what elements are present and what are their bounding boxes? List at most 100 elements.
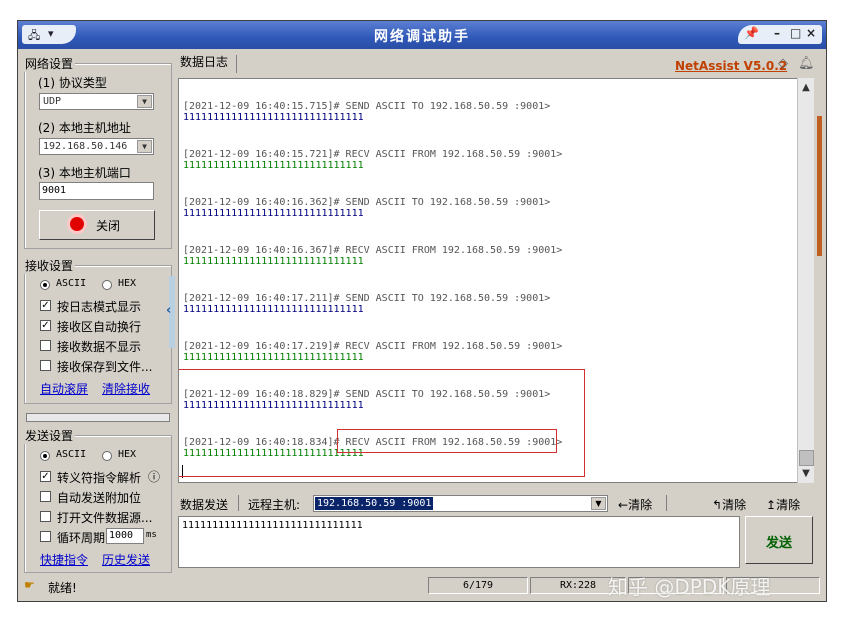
loop-period-input[interactable]: 1000 bbox=[106, 528, 144, 544]
send-hex-label: HEX bbox=[118, 449, 137, 460]
remote-host-value: 192.168.50.59 :9001 bbox=[315, 497, 434, 510]
recv-hex-label: HEX bbox=[118, 278, 137, 289]
local-host-select[interactable]: 192.168.50.146 ▼ bbox=[39, 138, 154, 155]
chevron-down-icon[interactable]: ▼ bbox=[137, 95, 152, 108]
log-entry-payload: 111111111111111111111111111111 bbox=[183, 112, 364, 123]
corner-arrow-up-icon: ↥ bbox=[766, 498, 777, 512]
clear-receive-link[interactable]: 清除接收 bbox=[102, 380, 150, 397]
corner-arrow-icon: ↰ bbox=[712, 498, 723, 512]
send-button[interactable]: 发送 bbox=[745, 516, 813, 564]
protocol-select[interactable]: UDP ▼ bbox=[39, 93, 154, 110]
highlight-box-outer bbox=[179, 369, 585, 477]
send-bar: 数据发送 远程主机: 192.168.50.59 :9001 ▼ ←清除 ↰清除… bbox=[178, 492, 814, 514]
bell-icon[interactable]: 🔔︎ bbox=[798, 56, 815, 71]
shortcut-link[interactable]: 快捷指令 bbox=[40, 551, 88, 568]
tab-data-send[interactable]: 数据发送 bbox=[180, 496, 228, 513]
clear-log-button[interactable]: ↰清除 bbox=[712, 496, 746, 513]
auto-scroll-link[interactable]: 自动滚屏 bbox=[40, 380, 88, 397]
log-entry-payload: 111111111111111111111111111111 bbox=[183, 256, 364, 267]
close-connection-button[interactable]: 关闭 bbox=[39, 210, 155, 240]
log-entry-header: [2021-12-09 16:40:16.367]# RECV ASCII FR… bbox=[183, 245, 563, 256]
highlight-box-inner bbox=[337, 429, 557, 453]
maximize-button[interactable]: □ bbox=[790, 26, 801, 40]
watermark: 知乎 @DPDK原理 bbox=[608, 575, 771, 599]
send-textarea[interactable]: 111111111111111111111111111111 bbox=[178, 516, 740, 568]
open-file-label: 打开文件数据源... bbox=[57, 511, 153, 525]
auto-append-checkbox[interactable] bbox=[40, 491, 51, 502]
escape-parse-checkbox[interactable]: ✓ bbox=[40, 471, 51, 482]
red-light-icon bbox=[70, 217, 84, 231]
close-window-button[interactable]: × bbox=[806, 26, 816, 40]
local-host-label: (2) 本地主机地址 bbox=[38, 121, 131, 135]
chevron-down-icon[interactable]: ▼ bbox=[137, 140, 152, 153]
clear-remote-button[interactable]: ←清除 bbox=[618, 496, 652, 513]
data-log-area[interactable]: [2021-12-09 16:40:15.715]# SEND ASCII TO… bbox=[178, 78, 814, 483]
log-entry-header: [2021-12-09 16:40:16.362]# SEND ASCII TO… bbox=[183, 197, 551, 208]
close-button-label: 关闭 bbox=[96, 219, 121, 233]
pin-icon[interactable]: 📌 bbox=[744, 26, 759, 40]
clear-send-label: 清除 bbox=[776, 498, 801, 512]
send-text: 111111111111111111111111111111 bbox=[182, 520, 363, 531]
protocol-value: UDP bbox=[43, 96, 62, 107]
send-settings-legend: 发送设置 bbox=[23, 427, 76, 444]
auto-append-label: 自动发送附加位 bbox=[57, 491, 142, 505]
log-entry-payload: 111111111111111111111111111111 bbox=[183, 352, 364, 363]
clear-send-button[interactable]: ↥清除 bbox=[766, 496, 800, 513]
splitter-handle[interactable] bbox=[26, 413, 170, 422]
app-window: 🖧 ▾ 网络调试助手 📌 – □ × 网络设置 (1) 协议类型 UDP ▼ (… bbox=[17, 20, 827, 602]
send-ascii-radio[interactable] bbox=[40, 451, 50, 461]
chevron-left-icon[interactable]: ‹ bbox=[166, 303, 171, 318]
local-port-input[interactable]: 9001 bbox=[39, 182, 154, 200]
recv-ascii-radio[interactable] bbox=[40, 280, 50, 290]
remote-host-select[interactable]: 192.168.50.59 :9001 ▼ bbox=[313, 495, 608, 512]
loop-checkbox[interactable] bbox=[40, 531, 51, 542]
recv-hex-radio[interactable] bbox=[102, 280, 112, 290]
divider bbox=[666, 495, 667, 511]
status-ready: 就绪! bbox=[48, 581, 77, 595]
log-entry: [2021-12-09 16:40:16.362]# SEND ASCII TO… bbox=[183, 197, 550, 219]
info-icon[interactable]: ⓘ bbox=[148, 468, 160, 485]
log-entry: [2021-12-09 16:40:17.219]# RECV ASCII FR… bbox=[183, 341, 562, 363]
log-entry: [2021-12-09 16:40:15.715]# SEND ASCII TO… bbox=[183, 101, 550, 123]
window-title: 网络调试助手 bbox=[374, 29, 470, 45]
scroll-thumb[interactable] bbox=[799, 450, 814, 466]
recv-ascii-label: ASCII bbox=[56, 278, 87, 289]
side-accent-bar bbox=[817, 116, 822, 256]
diamond-icon[interactable]: ◇ bbox=[778, 56, 788, 71]
auto-wrap-checkbox[interactable]: ✓ bbox=[40, 320, 51, 331]
receive-settings-legend: 接收设置 bbox=[23, 257, 76, 274]
clear-log-label: 清除 bbox=[722, 498, 747, 512]
log-entry: [2021-12-09 16:40:16.367]# RECV ASCII FR… bbox=[183, 245, 562, 267]
status-count: 6/179 bbox=[428, 577, 528, 594]
log-entry: [2021-12-09 16:40:17.211]# SEND ASCII TO… bbox=[183, 293, 550, 315]
hand-pointer-icon: ☛ bbox=[24, 578, 35, 592]
tab-data-log[interactable]: 数据日志 bbox=[180, 53, 228, 70]
log-mode-checkbox[interactable]: ✓ bbox=[40, 300, 51, 311]
arrow-left-icon: ← bbox=[618, 498, 629, 512]
log-scrollbar[interactable]: ▲ ▼ bbox=[797, 78, 814, 483]
log-entry-payload: 111111111111111111111111111111 bbox=[183, 208, 364, 219]
title-bar: 🖧 ▾ 网络调试助手 📌 – □ × bbox=[18, 21, 826, 49]
divider bbox=[238, 495, 239, 511]
minimize-button[interactable]: – bbox=[774, 26, 780, 40]
loop-unit: ms bbox=[146, 530, 157, 540]
version-link[interactable]: NetAssist V5.0.2 bbox=[675, 59, 787, 73]
chevron-down-icon[interactable]: ▼ bbox=[591, 497, 606, 510]
local-host-value: 192.168.50.146 bbox=[43, 141, 128, 152]
log-mode-label: 按日志模式显示 bbox=[57, 300, 142, 314]
save-to-file-label: 接收保存到文件... bbox=[57, 360, 153, 374]
save-to-file-checkbox[interactable] bbox=[40, 360, 51, 371]
send-ascii-label: ASCII bbox=[56, 449, 87, 460]
hide-data-label: 接收数据不显示 bbox=[57, 340, 142, 354]
open-file-checkbox[interactable] bbox=[40, 511, 51, 522]
log-entry-header: [2021-12-09 16:40:17.211]# SEND ASCII TO… bbox=[183, 293, 551, 304]
send-hex-radio[interactable] bbox=[102, 451, 112, 461]
scroll-down-icon[interactable]: ▼ bbox=[798, 466, 814, 482]
loop-label: 循环周期 bbox=[57, 531, 106, 545]
hide-data-checkbox[interactable] bbox=[40, 340, 51, 351]
log-entry-payload: 111111111111111111111111111111 bbox=[183, 160, 364, 171]
scroll-up-icon[interactable]: ▲ bbox=[798, 80, 814, 96]
log-entry-header: [2021-12-09 16:40:15.721]# RECV ASCII FR… bbox=[183, 149, 563, 160]
local-port-label: (3) 本地主机端口 bbox=[38, 166, 131, 180]
history-link[interactable]: 历史发送 bbox=[102, 551, 150, 568]
